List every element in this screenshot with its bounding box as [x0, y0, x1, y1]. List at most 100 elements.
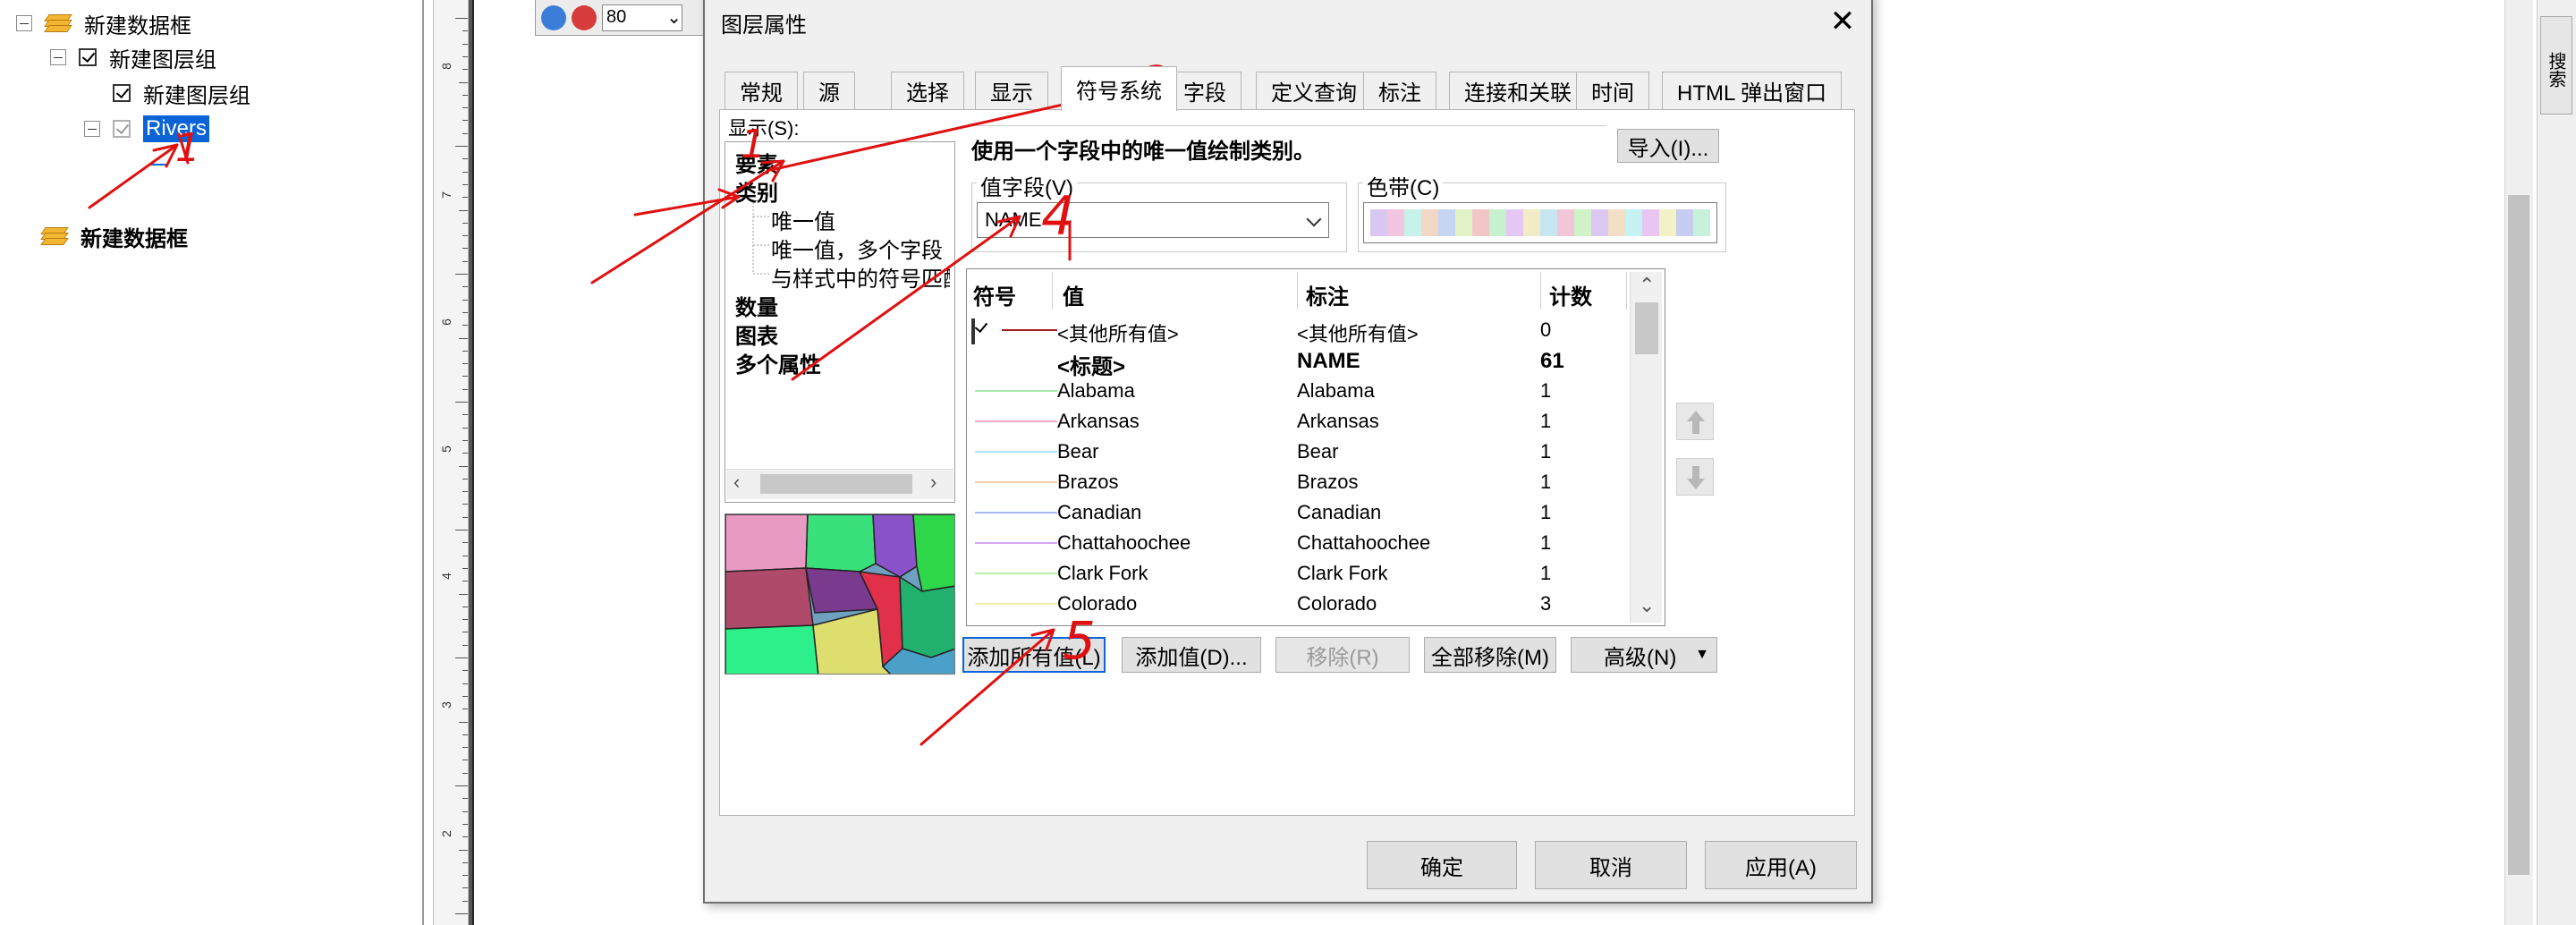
ruler-tick	[462, 363, 468, 365]
column-header-symbol[interactable]: 符号	[973, 279, 1016, 310]
collapse-icon[interactable]	[50, 49, 66, 65]
cancel-button[interactable]: 取消	[1535, 841, 1687, 889]
table-row[interactable]: <其他所有值> <其他所有值> 0	[968, 315, 1630, 345]
ok-button[interactable]: 确定	[1367, 841, 1517, 889]
scrollbar-thumb[interactable]	[760, 474, 912, 494]
tab-fields[interactable]: 字段	[1168, 72, 1241, 109]
ruler-tick	[462, 132, 468, 134]
add-values-button[interactable]: 添加值(D)...	[1122, 637, 1261, 673]
tab-general[interactable]: 常规	[724, 72, 798, 109]
table-row[interactable]: Canadian Canadian 1	[968, 497, 1630, 528]
table-row[interactable]: Brazos Brazos 1	[968, 467, 1630, 497]
scroll-up-icon[interactable]: ⌃	[1639, 274, 1655, 297]
cancel-draw-icon[interactable]	[572, 4, 597, 30]
symbol-line-icon[interactable]	[975, 573, 1057, 574]
tree-item-dataframe-2[interactable]: 新建数据框	[40, 220, 188, 252]
advanced-button[interactable]: 高级(N) ▼	[1571, 637, 1717, 673]
tab-definition-query[interactable]: 定义查询	[1256, 72, 1372, 109]
column-separator	[1626, 272, 1627, 310]
tab-display[interactable]: 显示	[975, 72, 1048, 109]
table-row[interactable]: Chattahoochee Chattahoochee 1	[968, 528, 1630, 558]
symbol-line-icon[interactable]	[975, 451, 1057, 453]
tree-item-sub-group-layer[interactable]: 新建图层组	[113, 77, 250, 109]
show-item-features[interactable]: 要素	[735, 147, 778, 178]
value-field-select[interactable]: NAME	[977, 202, 1329, 238]
table-row[interactable]: Clark Fork Clark Fork 1	[968, 558, 1630, 589]
symbol-line-icon[interactable]	[975, 542, 1057, 544]
remove-button[interactable]: 移除(R)	[1275, 637, 1410, 673]
zoom-combo[interactable]: 80 ⌄	[602, 4, 682, 31]
collapse-icon[interactable]	[16, 15, 32, 31]
tab-joins-relates[interactable]: 连接和关联	[1449, 72, 1587, 109]
table-row[interactable]: Bear Bear 1	[968, 437, 1630, 467]
show-item-match-to-style[interactable]: 与样式中的符号匹配	[771, 261, 950, 293]
show-item-multiple-attributes[interactable]: 多个属性	[735, 347, 821, 378]
ruler-tick	[462, 619, 468, 621]
tree-item-rivers[interactable]: Rivers	[84, 113, 210, 145]
cell-label: <其他所有值>	[1297, 323, 1419, 345]
cell-count: 1	[1540, 410, 1552, 432]
other-values-checkbox[interactable]	[971, 318, 975, 344]
symbol-line-icon[interactable]	[975, 420, 1057, 422]
cell-count: 1	[1540, 501, 1552, 523]
layer-visibility-checkbox[interactable]	[79, 48, 97, 66]
symbol-line-icon[interactable]	[1002, 329, 1057, 331]
layer-visibility-checkbox[interactable]	[113, 120, 131, 138]
collapse-icon[interactable]	[84, 121, 100, 137]
scroll-right-icon[interactable]: ›	[930, 471, 936, 494]
close-icon[interactable]: ✕	[1825, 4, 1860, 39]
layout-toolbar: 80 ⌄	[535, 0, 710, 36]
tree-item-group-layer[interactable]: 新建图层组	[50, 41, 216, 73]
color-ramp-swatch	[1506, 209, 1523, 236]
ruler-tick	[462, 427, 468, 429]
table-row[interactable]: <标题> NAME 61	[968, 345, 1630, 379]
cell-value: Colorado	[1057, 592, 1138, 615]
column-header-value[interactable]: 值	[1063, 279, 1084, 310]
refresh-icon[interactable]	[541, 4, 566, 30]
import-button[interactable]: 导入(I)...	[1617, 129, 1719, 163]
symbol-line-icon[interactable]	[975, 481, 1057, 483]
show-item-unique-values-many-fields[interactable]: 唯一值，多个字段	[771, 233, 943, 264]
scroll-down-icon[interactable]: ⌄	[1639, 594, 1655, 617]
tab-selection[interactable]: 选择	[891, 72, 964, 109]
symbol-line-icon[interactable]	[975, 603, 1057, 605]
move-up-button[interactable]	[1676, 403, 1714, 440]
symbol-line-icon[interactable]	[975, 512, 1057, 513]
cell-count: 1	[1540, 471, 1552, 493]
show-item-quantities[interactable]: 数量	[735, 290, 778, 321]
layers-icon	[44, 13, 72, 34]
ruler-tick	[462, 861, 468, 863]
scrollbar-thumb[interactable]	[1635, 302, 1658, 354]
move-down-button[interactable]	[1676, 458, 1714, 496]
tree-item-dataframe[interactable]: 新建数据框	[16, 7, 191, 39]
color-ramp-swatch	[1642, 209, 1659, 236]
tab-labels[interactable]: 标注	[1363, 72, 1436, 109]
scroll-left-icon[interactable]: ‹	[733, 471, 740, 494]
cell-value: Clark Fork	[1057, 562, 1148, 584]
column-header-count[interactable]: 计数	[1549, 279, 1592, 310]
layer-visibility-checkbox[interactable]	[113, 84, 131, 102]
tab-symbology[interactable]: 符号系统	[1061, 66, 1177, 111]
color-ramp-swatch	[1438, 209, 1455, 236]
ruler-tick	[462, 55, 468, 57]
ruler-tick	[462, 567, 468, 569]
tab-time[interactable]: 时间	[1576, 72, 1649, 109]
column-separator	[1052, 272, 1053, 310]
apply-button[interactable]: 应用(A)	[1705, 841, 1857, 889]
color-ramp-swatch	[1523, 209, 1540, 236]
table-row[interactable]: Colorado Colorado 3	[968, 589, 1630, 619]
scrollbar-thumb[interactable]	[2508, 195, 2529, 875]
add-all-values-button[interactable]: 添加所有值(L)	[962, 637, 1106, 673]
ruler-tick	[462, 453, 468, 454]
symbol-line-icon[interactable]	[975, 390, 1057, 392]
tab-html-popup[interactable]: HTML 弹出窗口	[1662, 72, 1843, 109]
color-ramp-swatches	[1370, 209, 1710, 236]
table-row[interactable]: Arkansas Arkansas 1	[968, 406, 1630, 437]
table-row[interactable]: Alabama Alabama 1	[968, 376, 1630, 406]
tab-source[interactable]: 源	[803, 72, 855, 109]
show-item-charts[interactable]: 图表	[735, 318, 778, 350]
remove-all-button[interactable]: 全部移除(M)	[1424, 637, 1556, 673]
color-ramp-swatch	[1676, 209, 1693, 236]
show-item-unique-values[interactable]: 唯一值	[771, 204, 835, 235]
column-header-label[interactable]: 标注	[1306, 279, 1349, 310]
